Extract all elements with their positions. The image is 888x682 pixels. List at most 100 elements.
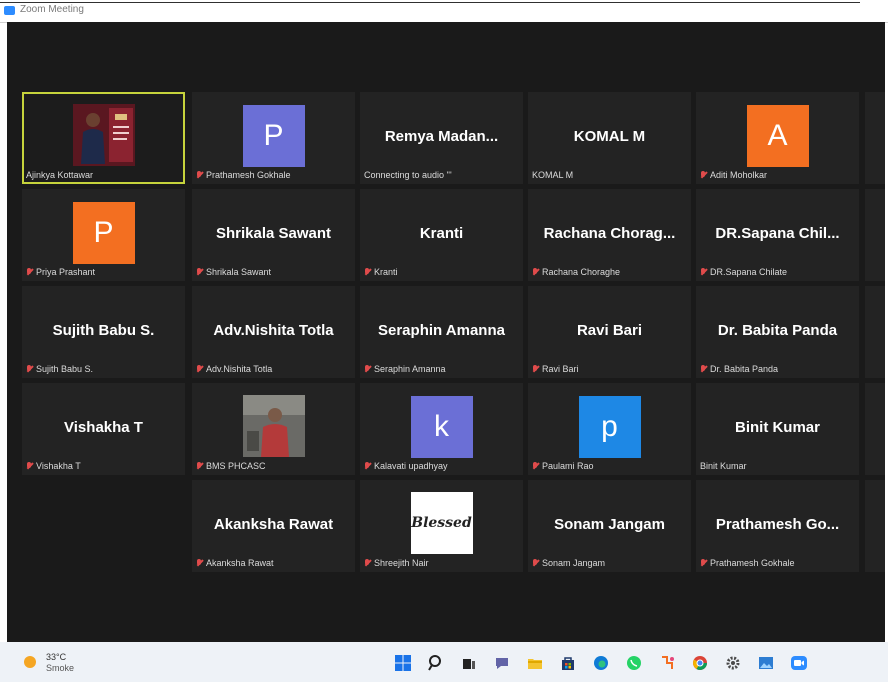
mic-muted-icon <box>700 364 707 374</box>
participant-tile[interactable]: BMS PHCASC <box>192 383 355 475</box>
zoom-icon[interactable] <box>788 652 810 674</box>
photos-icon[interactable] <box>755 652 777 674</box>
mic-muted-icon <box>364 461 371 471</box>
participant-name: Prathamesh Gokhale <box>700 558 795 568</box>
participant-name: Aditi Moholkar <box>700 170 767 180</box>
participant-tile[interactable]: P Prathamesh Gokhale <box>192 92 355 184</box>
file-explorer-icon[interactable] <box>524 652 546 674</box>
participant-tile[interactable]: k Kalavati upadhyay <box>360 383 523 475</box>
participant-display-name: Remya Madan... <box>384 128 499 145</box>
mic-muted-icon <box>532 267 539 277</box>
task-view-icon[interactable] <box>458 652 480 674</box>
window-title: Zoom Meeting <box>20 4 84 15</box>
participant-name: KOMAL M <box>532 170 574 180</box>
chat-icon[interactable] <box>491 652 513 674</box>
participant-display-name: KOMAL M <box>573 128 646 145</box>
mic-muted-icon <box>700 558 707 568</box>
participant-tile[interactable]: Adv.Nishita Totla Adv.Nishita Totla <box>192 286 355 378</box>
participant-name: Sujith Babu S. <box>26 364 93 374</box>
partial-tile <box>865 480 885 572</box>
mic-muted-icon <box>196 170 203 180</box>
participant-name: Kalavati upadhyay <box>364 461 448 471</box>
video-thumbnail <box>72 104 135 166</box>
participant-display-name: Adv.Nishita Totla <box>213 322 334 339</box>
participant-tile[interactable]: Akanksha Rawat Akanksha Rawat <box>192 480 355 572</box>
participant-name: Kranti <box>364 267 398 277</box>
participant-display-name: Rachana Chorag... <box>543 225 676 242</box>
participant-name: Connecting to audio ''' <box>364 170 452 180</box>
windows-start-icon[interactable] <box>392 652 414 674</box>
participant-tile[interactable]: p Paulami Rao <box>528 383 691 475</box>
paint-icon[interactable] <box>656 652 678 674</box>
chrome-icon[interactable] <box>689 652 711 674</box>
mic-muted-icon <box>700 170 707 180</box>
participant-name: Paulami Rao <box>532 461 594 471</box>
participant-tile[interactable]: Shrikala Sawant Shrikala Sawant <box>192 189 355 281</box>
mic-muted-icon <box>532 364 539 374</box>
whatsapp-icon[interactable] <box>623 652 645 674</box>
participant-tile[interactable]: Ajinkya Kottawar <box>22 92 185 184</box>
participant-display-name: Akanksha Rawat <box>213 516 334 533</box>
avatar: k <box>410 396 473 458</box>
participant-name: Rachana Choraghe <box>532 267 620 277</box>
participant-name: Sonam Jangam <box>532 558 605 568</box>
participant-tile[interactable]: Prathamesh Go... Prathamesh Gokhale <box>696 480 859 572</box>
participant-name: Shreejith Nair <box>364 558 429 568</box>
mic-muted-icon <box>700 267 707 277</box>
participant-display-name: Kranti <box>419 225 464 242</box>
mic-muted-icon <box>196 461 203 471</box>
participant-tile[interactable]: Rachana Chorag... Rachana Choraghe <box>528 189 691 281</box>
participant-tile[interactable]: Ravi Bari Ravi Bari <box>528 286 691 378</box>
weather-desc: Smoke <box>46 663 75 673</box>
participant-display-name: Sonam Jangam <box>554 516 665 533</box>
participant-name: Ravi Bari <box>532 364 579 374</box>
store-icon[interactable] <box>557 652 579 674</box>
avatar: A <box>746 105 809 167</box>
participant-tile[interactable]: A Aditi Moholkar <box>696 92 859 184</box>
avatar: P <box>242 105 305 167</box>
participant-tile[interactable]: Binit Kumar Binit Kumar <box>696 383 859 475</box>
participant-tile[interactable]: Blessed Shreejith Nair <box>360 480 523 572</box>
partial-tile <box>865 92 885 184</box>
participant-name: Ajinkya Kottawar <box>26 170 94 180</box>
participant-tile[interactable]: Vishakha T Vishakha T <box>22 383 185 475</box>
participant-display-name: Dr. Babita Panda <box>717 322 838 339</box>
participant-name: Binit Kumar <box>700 461 747 471</box>
participant-display-name: Vishakha T <box>64 419 143 436</box>
search-icon[interactable] <box>425 652 447 674</box>
mic-muted-icon <box>364 558 371 568</box>
partial-tile <box>865 286 885 378</box>
participant-tile[interactable]: Sonam Jangam Sonam Jangam <box>528 480 691 572</box>
participant-tile[interactable]: Remya Madan... Connecting to audio ''' <box>360 92 523 184</box>
participant-tile[interactable]: Dr. Babita Panda Dr. Babita Panda <box>696 286 859 378</box>
video-thumbnail <box>242 395 305 457</box>
partial-tile <box>865 189 885 281</box>
participant-tile[interactable]: P Priya Prashant <box>22 189 185 281</box>
mic-muted-icon <box>26 461 33 471</box>
weather-temp: 33°C <box>46 652 67 662</box>
zoom-app-icon <box>4 6 15 15</box>
edge-icon[interactable] <box>590 652 612 674</box>
participant-tile[interactable]: Kranti Kranti <box>360 189 523 281</box>
participant-name: Prathamesh Gokhale <box>196 170 291 180</box>
avatar: P <box>72 202 135 264</box>
participant-name: Shrikala Sawant <box>196 267 271 277</box>
participant-tile[interactable]: Seraphin Amanna Seraphin Amanna <box>360 286 523 378</box>
mic-muted-icon <box>196 558 203 568</box>
participant-tile[interactable]: Sujith Babu S. Sujith Babu S. <box>22 286 185 378</box>
participant-name: Vishakha T <box>26 461 81 471</box>
settings-icon[interactable] <box>722 652 744 674</box>
partial-tile <box>865 383 885 475</box>
participant-display-name: Ravi Bari <box>576 322 643 339</box>
mic-muted-icon <box>26 364 33 374</box>
profile-picture-blessed: Blessed <box>410 492 473 554</box>
participant-name: Akanksha Rawat <box>196 558 274 568</box>
participant-name: Dr. Babita Panda <box>700 364 778 374</box>
mic-muted-icon <box>26 267 33 277</box>
mic-muted-icon <box>364 364 371 374</box>
participant-name: Seraphin Amanna <box>364 364 446 374</box>
participant-tile[interactable]: KOMAL M KOMAL M <box>528 92 691 184</box>
participant-name: BMS PHCASC <box>196 461 266 471</box>
weather-icon <box>24 656 36 668</box>
participant-tile[interactable]: DR.Sapana Chil... DR.Sapana Chilate <box>696 189 859 281</box>
